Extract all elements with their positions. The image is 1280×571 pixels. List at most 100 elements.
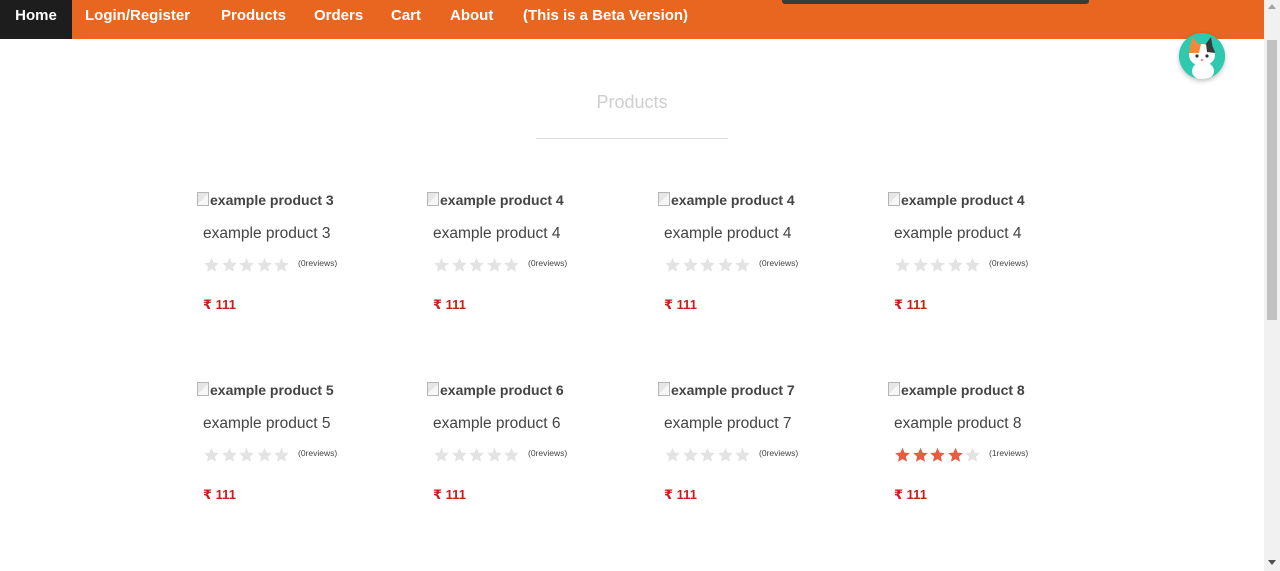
star-icon[interactable]	[433, 447, 450, 463]
star-icon[interactable]	[894, 447, 911, 463]
star-icon[interactable]	[699, 257, 716, 273]
star-icon[interactable]	[947, 447, 964, 463]
star-icon[interactable]	[929, 447, 946, 463]
product-card[interactable]: example product 8 example product 8 (1revi…	[888, 382, 1088, 532]
product-name[interactable]: example product 4	[894, 225, 1022, 243]
product-price: ₹ 111	[433, 297, 466, 313]
product-image[interactable]: example product 4	[427, 192, 564, 208]
star-icon[interactable]	[221, 447, 238, 463]
star-icon[interactable]	[717, 447, 734, 463]
star-icon[interactable]	[894, 257, 911, 273]
star-icon[interactable]	[256, 447, 273, 463]
star-icon[interactable]	[947, 257, 964, 273]
broken-image-icon	[197, 192, 209, 206]
star-icon[interactable]	[433, 257, 450, 273]
nav-beta-notice[interactable]: (This is a Beta Version)	[523, 0, 688, 32]
star-icon[interactable]	[468, 447, 485, 463]
currency-symbol: ₹	[664, 487, 674, 502]
product-image[interactable]: example product 3	[197, 192, 334, 208]
product-image-alt: example product 4	[901, 192, 1025, 208]
star-icon[interactable]	[238, 447, 255, 463]
star-icon[interactable]	[451, 447, 468, 463]
scrollbar-thumb[interactable]	[1267, 40, 1277, 320]
star-icon[interactable]	[273, 257, 290, 273]
star-icon[interactable]	[664, 257, 681, 273]
star-icon[interactable]	[964, 257, 981, 273]
product-image[interactable]: example product 7	[658, 382, 795, 398]
star-icon[interactable]	[503, 257, 520, 273]
review-count: (0reviews)	[759, 258, 799, 268]
product-name[interactable]: example product 8	[894, 415, 1022, 433]
star-icon[interactable]	[912, 257, 929, 273]
rating-stars	[433, 257, 521, 273]
product-price: ₹ 111	[894, 487, 927, 503]
star-icon[interactable]	[468, 257, 485, 273]
star-icon[interactable]	[964, 447, 981, 463]
product-name[interactable]: example product 4	[664, 225, 792, 243]
star-icon[interactable]	[203, 257, 220, 273]
broken-image-icon	[427, 382, 439, 396]
currency-symbol: ₹	[203, 297, 213, 312]
cat-avatar-icon[interactable]	[1179, 33, 1225, 79]
star-icon[interactable]	[682, 257, 699, 273]
product-image[interactable]: example product 4	[658, 192, 795, 208]
product-image-alt: example product 7	[671, 382, 795, 398]
star-icon[interactable]	[273, 447, 290, 463]
star-icon[interactable]	[717, 257, 734, 273]
star-icon[interactable]	[451, 257, 468, 273]
product-image-alt: example product 5	[210, 382, 334, 398]
rating-stars	[894, 447, 982, 463]
product-image[interactable]: example product 6	[427, 382, 564, 398]
nav-login-register[interactable]: Login/Register	[85, 0, 190, 32]
product-card[interactable]: example product 7 example product 7 (0revi…	[658, 382, 858, 532]
product-card[interactable]: example product 4 example product 4 (0revi…	[658, 192, 858, 342]
star-icon[interactable]	[221, 257, 238, 273]
star-icon[interactable]	[699, 447, 716, 463]
nav-products[interactable]: Products	[221, 0, 286, 32]
product-name[interactable]: example product 3	[203, 225, 331, 243]
broken-image-icon	[888, 382, 900, 396]
star-icon[interactable]	[256, 257, 273, 273]
star-icon[interactable]	[734, 257, 751, 273]
star-icon[interactable]	[664, 447, 681, 463]
star-icon[interactable]	[912, 447, 929, 463]
product-image[interactable]: example product 8	[888, 382, 1025, 398]
star-icon[interactable]	[929, 257, 946, 273]
star-icon[interactable]	[203, 447, 220, 463]
review-count: (0reviews)	[528, 448, 568, 458]
product-image[interactable]: example product 5	[197, 382, 334, 398]
review-count: (0reviews)	[989, 258, 1029, 268]
product-price: ₹ 111	[894, 297, 927, 313]
scroll-down-icon[interactable]	[1268, 560, 1276, 565]
price-value: 111	[215, 487, 236, 502]
star-icon[interactable]	[682, 447, 699, 463]
product-card[interactable]: example product 6 example product 6 (0revi…	[427, 382, 627, 532]
product-card[interactable]: example product 4 example product 4 (0revi…	[427, 192, 627, 342]
star-icon[interactable]	[486, 447, 503, 463]
product-image-alt: example product 3	[210, 192, 334, 208]
scrollbar[interactable]	[1264, 0, 1280, 571]
product-name[interactable]: example product 6	[433, 415, 561, 433]
star-icon[interactable]	[238, 257, 255, 273]
star-icon[interactable]	[734, 447, 751, 463]
scroll-up-icon[interactable]	[1268, 4, 1276, 9]
nav-cart[interactable]: Cart	[391, 0, 421, 32]
star-icon[interactable]	[486, 257, 503, 273]
product-price: ₹ 111	[664, 487, 697, 503]
price-value: 111	[676, 297, 697, 312]
product-card[interactable]: example product 3 example product 3 (0revi…	[197, 192, 397, 342]
currency-symbol: ₹	[894, 297, 904, 312]
nav-about[interactable]: About	[450, 0, 493, 32]
product-image-alt: example product 4	[671, 192, 795, 208]
product-name[interactable]: example product 5	[203, 415, 331, 433]
product-name[interactable]: example product 4	[433, 225, 561, 243]
star-icon[interactable]	[503, 447, 520, 463]
product-card[interactable]: example product 5 example product 5 (0revi…	[197, 382, 397, 532]
product-card[interactable]: example product 4 example product 4 (0revi…	[888, 192, 1088, 342]
price-value: 111	[215, 297, 236, 312]
product-image[interactable]: example product 4	[888, 192, 1025, 208]
product-name[interactable]: example product 7	[664, 415, 792, 433]
rating-stars	[203, 257, 291, 273]
nav-orders[interactable]: Orders	[314, 0, 363, 32]
nav-home[interactable]: Home	[0, 0, 72, 39]
